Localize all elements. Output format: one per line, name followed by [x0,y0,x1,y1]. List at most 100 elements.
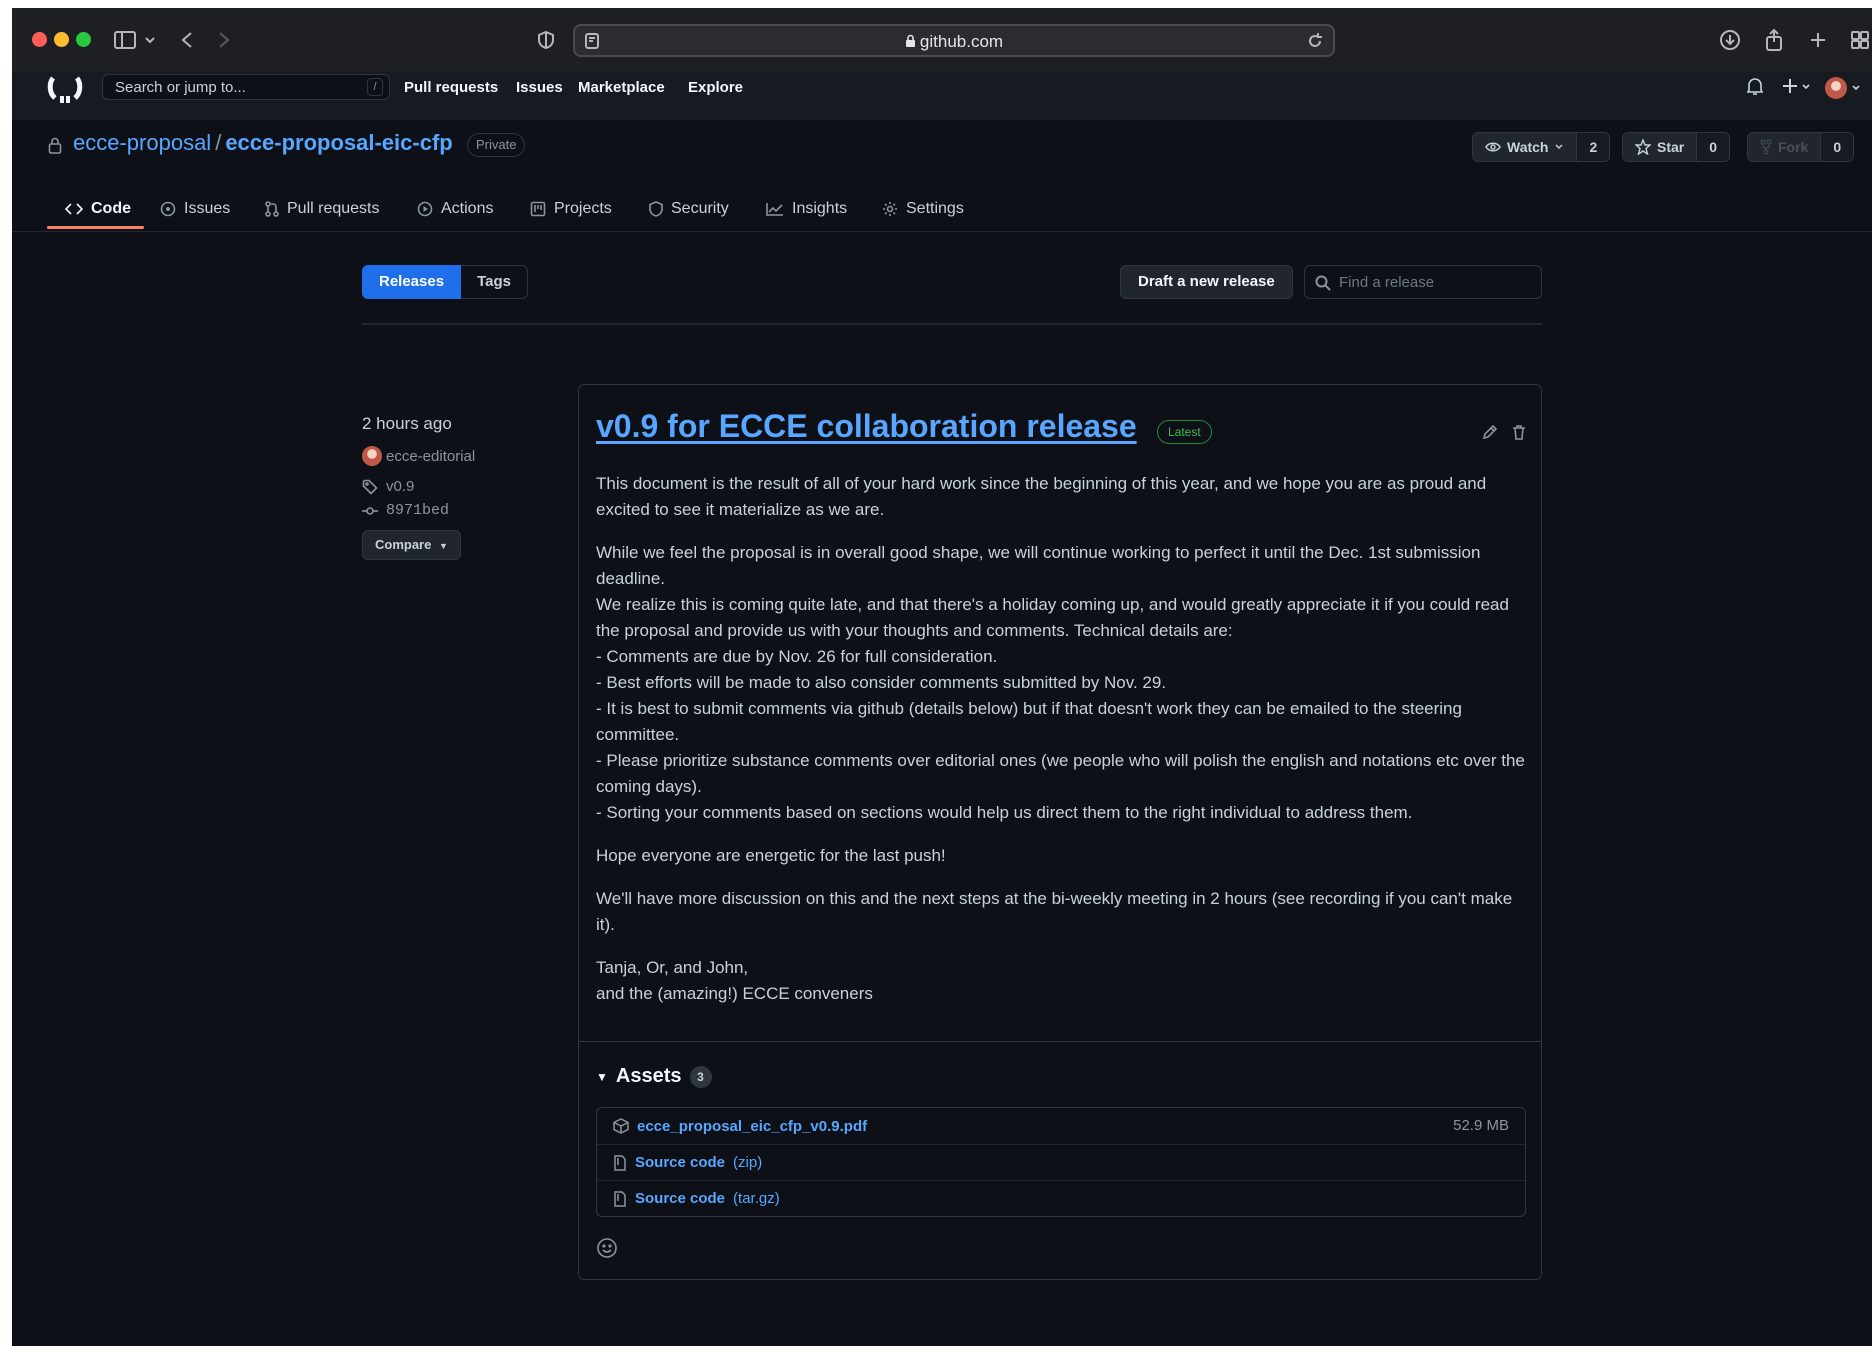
divider [579,1041,1541,1042]
new-tab-icon[interactable] [1806,28,1830,52]
address-bar[interactable]: github.com [573,24,1335,57]
nav-explore[interactable]: Explore [688,79,743,96]
privacy-shield-icon[interactable] [534,28,558,52]
create-new-plus-icon[interactable] [1782,76,1812,102]
tab-security[interactable]: Security [649,194,729,224]
nav-marketplace[interactable]: Marketplace [578,79,665,96]
close-window-button[interactable] [32,32,47,47]
tab-settings-label: Settings [906,200,964,217]
tab-pull-requests-label: Pull requests [287,200,380,217]
watch-count[interactable]: 2 [1576,133,1610,161]
code-icon [65,203,83,215]
compare-button[interactable]: Compare ▼ [362,530,461,560]
repo-owner-link[interactable]: ecce-proposal [73,130,211,155]
minimize-window-button[interactable] [54,32,69,47]
file-zip-icon [614,1190,626,1207]
watch-label: Watch [1507,139,1549,155]
trash-icon[interactable] [1512,424,1526,445]
github-logo-icon[interactable] [46,74,84,104]
gear-icon [883,202,897,216]
pull-request-icon [265,201,279,217]
nav-issues[interactable]: Issues [516,79,563,96]
tab-issues[interactable]: Issues [160,194,230,224]
fork-count[interactable]: 0 [1820,133,1854,161]
asset-format: (zip) [733,1154,763,1171]
back-arrow-icon[interactable] [175,28,199,52]
file-zip-icon [614,1154,626,1171]
draft-new-release-button[interactable]: Draft a new release [1120,265,1293,299]
commit-sha: 8971bed [386,502,450,519]
asset-link[interactable]: Source code [635,1154,725,1171]
repo-name-link[interactable]: ecce-proposal-eic-cfp [225,130,452,155]
tab-overview-icon[interactable] [1848,28,1872,52]
play-circle-icon [417,201,433,217]
star-count[interactable]: 0 [1696,133,1730,161]
browser-window: github.com Search or jump to... / Pull r… [12,8,1872,1346]
release-tag[interactable]: v0.9 [362,478,414,495]
tab-insights[interactable]: Insights [766,194,847,224]
release-title-link[interactable]: v0.9 for ECCE collaboration release [596,408,1137,445]
release-notes: This document is the result of all of yo… [596,471,1526,1007]
notifications-bell-icon[interactable] [1746,76,1764,102]
pencil-icon[interactable] [1482,424,1498,445]
search-input[interactable]: Search or jump to... / [102,74,390,100]
compare-label: Compare [375,537,432,552]
release-paragraph: This document is the result of all of yo… [596,474,1487,519]
chevron-down-icon [1555,144,1563,149]
assets-label: Assets [615,1065,682,1087]
nav-pull-requests[interactable]: Pull requests [404,79,498,96]
find-release-input[interactable]: Find a release [1304,265,1542,299]
lock-icon [48,137,62,159]
url-text: github.com [575,32,1333,52]
release-paragraph: While we feel the proposal is in overall… [596,540,1526,826]
asset-row[interactable]: Source code (zip) [597,1144,1525,1180]
download-icon[interactable] [1718,28,1742,52]
asset-row[interactable]: Source code (tar.gz) [597,1180,1525,1216]
star-button[interactable]: Star [1623,133,1697,161]
release-line: Tanja, Or, and John, [596,958,749,977]
tab-projects-label: Projects [554,200,612,217]
issue-icon [160,201,176,217]
tab-projects[interactable]: Projects [530,194,612,224]
chevron-down-icon[interactable] [142,28,158,52]
release-signature: Tanja, Or, and John, and the (amazing!) … [596,955,1526,1007]
release-commit[interactable]: 8971bed [362,502,449,519]
assets-count-badge: 3 [689,1065,712,1088]
share-icon[interactable] [1762,28,1786,52]
assets-list: ecce_proposal_eic_cfp_v0.9.pdf 52.9 MB S… [596,1107,1526,1217]
tab-actions[interactable]: Actions [417,194,493,224]
smiley-icon[interactable] [596,1237,620,1261]
search-icon [1315,275,1331,291]
tab-code[interactable]: Code [65,194,131,224]
sidebar-toggle-icon[interactable] [112,28,138,52]
release-time[interactable]: 2 hours ago [362,414,452,434]
tags-tab-button[interactable]: Tags [461,265,528,299]
reload-icon[interactable] [1305,29,1325,53]
release-line: and the (amazing!) ECCE conveners [596,984,873,1003]
release-line: - Best efforts will be made to also cons… [596,673,1167,692]
watch-button[interactable]: Watch [1473,133,1577,161]
asset-link[interactable]: Source code [635,1190,725,1207]
tab-pull-requests[interactable]: Pull requests [265,194,380,224]
package-icon [613,1118,629,1134]
fork-button[interactable]: Fork [1748,133,1821,161]
assets-toggle[interactable]: ▼ Assets 3 [596,1065,712,1088]
tab-settings[interactable]: Settings [882,194,964,224]
tab-code-label: Code [91,200,131,217]
watch-button-group: Watch 2 [1472,132,1611,162]
forward-arrow-icon[interactable] [212,28,236,52]
fork-icon [1760,139,1772,155]
release-line: - It is best to submit comments via gith… [596,699,1462,744]
releases-tab-button[interactable]: Releases [362,265,462,299]
active-tab-indicator [47,226,144,229]
tab-actions-label: Actions [441,200,494,217]
project-board-icon [530,201,546,217]
release-author[interactable]: ecce-editorial [362,446,475,466]
maximize-window-button[interactable] [76,32,91,47]
user-avatar-menu[interactable] [1824,76,1864,106]
repo-separator: / [215,130,222,155]
author-name: ecce-editorial [386,447,476,465]
release-line: - Please prioritize substance comments o… [596,751,1525,796]
asset-row[interactable]: ecce_proposal_eic_cfp_v0.9.pdf 52.9 MB [597,1108,1525,1144]
asset-link[interactable]: ecce_proposal_eic_cfp_v0.9.pdf [637,1118,867,1135]
